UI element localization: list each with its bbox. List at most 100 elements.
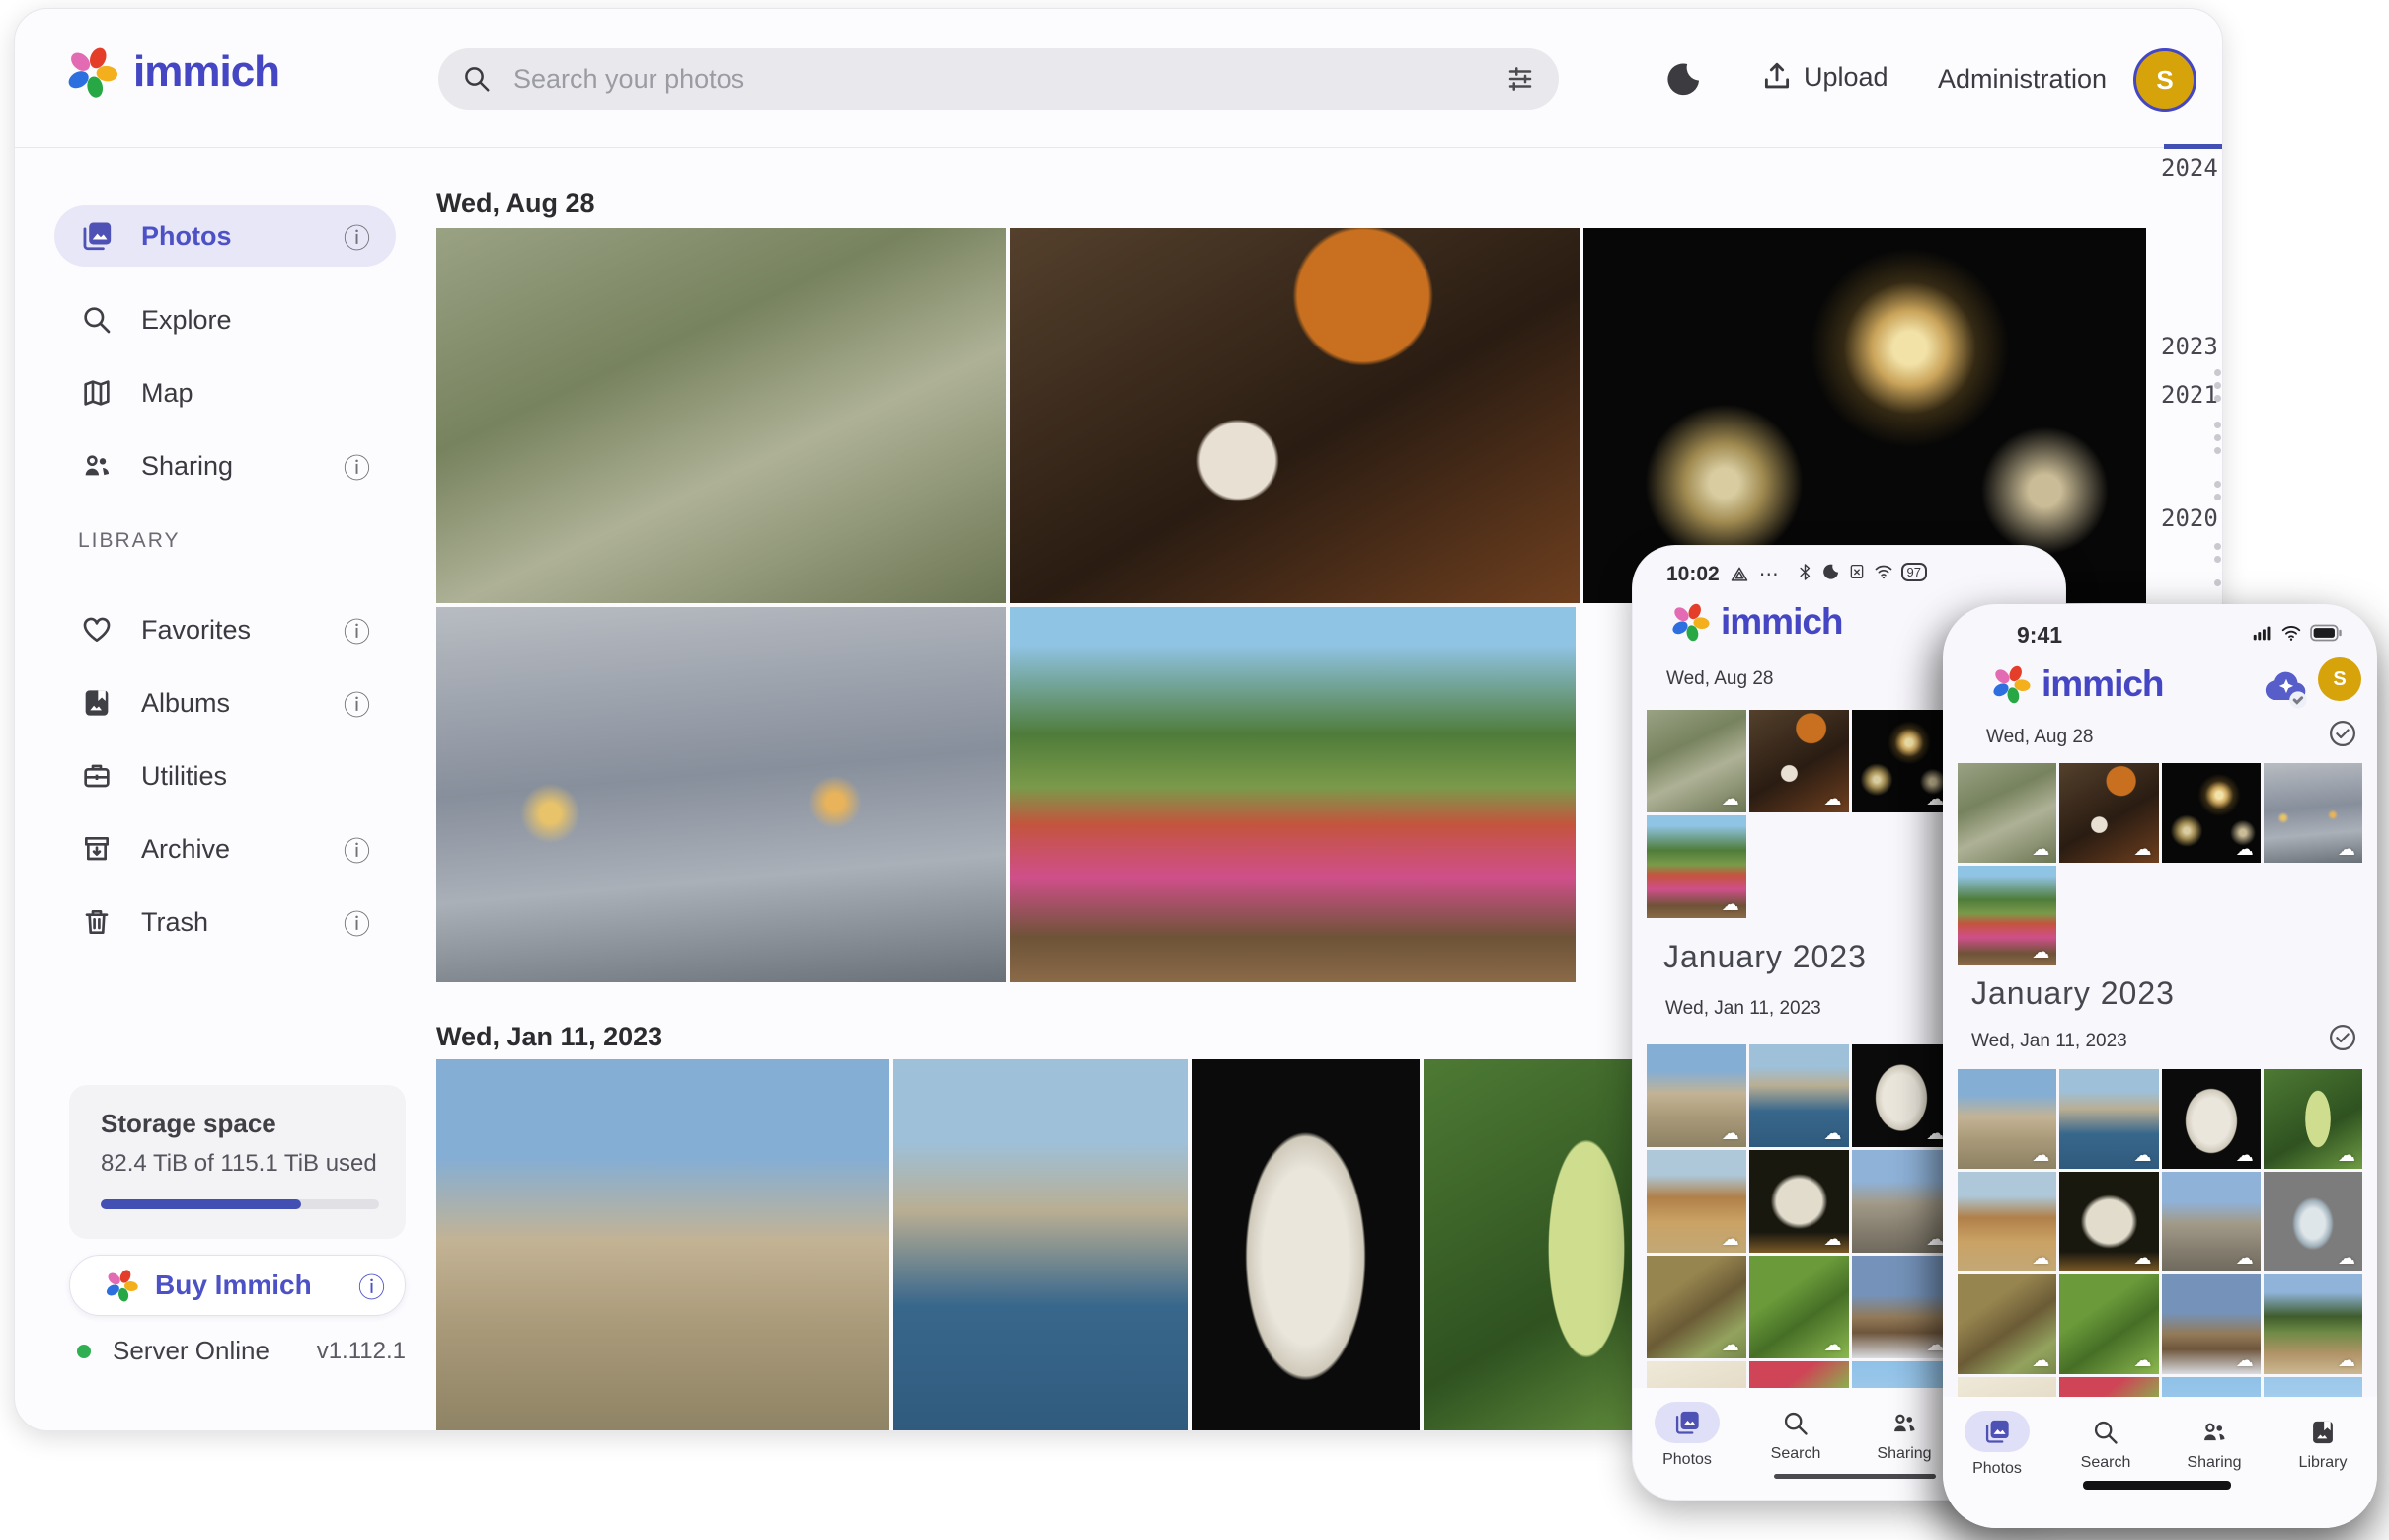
photo-garden-flower-path[interactable]: [1010, 607, 1576, 982]
archive-icon: [80, 832, 114, 866]
sidebar-item-photos[interactable]: Photos ⓘ: [54, 205, 396, 267]
scrubber-year[interactable]: 2023: [2161, 333, 2218, 360]
photo-coastal-bay-town[interactable]: [893, 1059, 1188, 1431]
administration-label: Administration: [1938, 64, 2107, 95]
bottom-nav: Photos Search Sharing Library: [1943, 1397, 2377, 1528]
info-icon[interactable]: ⓘ: [344, 611, 370, 650]
photo-marble-bust[interactable]: [2162, 1069, 2261, 1169]
photo-cream-detail[interactable]: [1958, 1377, 2056, 1397]
date-group-header: Wed, Aug 28: [1986, 727, 2093, 748]
signal-bars-icon: [2251, 622, 2273, 644]
info-icon[interactable]: ⓘ: [344, 447, 370, 486]
photo-beach-cliff[interactable]: [1958, 1172, 2056, 1271]
cloud-sync-icon[interactable]: [2261, 661, 2312, 713]
search-input[interactable]: Search your photos: [438, 48, 1559, 110]
sidebar-item-favorites[interactable]: Favorites ⓘ: [54, 599, 396, 660]
sidebar-item-utilities[interactable]: Utilities: [54, 745, 396, 807]
photo-holding-hands-dusk[interactable]: [436, 607, 1006, 982]
photo-fortress-walls[interactable]: [436, 1059, 889, 1431]
photo-coastal-bay-town[interactable]: [1749, 1044, 1849, 1147]
nav-label: Search: [2081, 1454, 2131, 1472]
photo-monkeys-in-forest[interactable]: [1958, 763, 2056, 863]
nav-item-search[interactable]: Search: [1751, 1402, 1840, 1463]
info-icon[interactable]: ⓘ: [358, 1267, 385, 1305]
scrubber-year[interactable]: 2024: [2161, 154, 2218, 182]
sidebar-item-label: Utilities: [141, 761, 396, 792]
home-indicator[interactable]: [1774, 1474, 1936, 1479]
user-avatar[interactable]: S: [2133, 48, 2196, 112]
photo-winter-church[interactable]: [1852, 1256, 1952, 1358]
photo-lizard-on-moss[interactable]: [2059, 1274, 2158, 1374]
photo-garden-flower-path[interactable]: [1958, 866, 2056, 965]
info-icon[interactable]: ⓘ: [344, 903, 370, 942]
immich-logo-icon: [104, 1268, 139, 1303]
photo-fireworks-night[interactable]: [1852, 710, 1952, 812]
photo-stone-sculpture[interactable]: [1749, 1150, 1849, 1253]
scrubber-tick: [2214, 543, 2221, 550]
photo-monkeys-in-forest[interactable]: [436, 228, 1006, 603]
scrubber-active-line[interactable]: [2164, 144, 2223, 149]
search-filter-icon[interactable]: [1505, 64, 1535, 94]
info-icon[interactable]: ⓘ: [344, 217, 370, 256]
photo-ruined-wall[interactable]: [1852, 1150, 1952, 1253]
photo-autumn-dinner-table[interactable]: [2059, 763, 2158, 863]
photo-blue-sky-2[interactable]: [2264, 1377, 2362, 1397]
sidebar-item-trash[interactable]: Trash ⓘ: [54, 891, 396, 953]
info-icon[interactable]: ⓘ: [344, 830, 370, 869]
dnd-moon-icon: [1822, 563, 1840, 580]
sidebar-item-archive[interactable]: Archive ⓘ: [54, 818, 396, 880]
photo-garden-flower-path[interactable]: [1647, 815, 1746, 918]
sidebar-item-albums[interactable]: Albums ⓘ: [54, 672, 396, 733]
photo-holding-hands-dusk[interactable]: [2264, 763, 2362, 863]
scrubber-year[interactable]: 2020: [2161, 504, 2218, 532]
photo-lizard-on-leaves[interactable]: [1647, 1256, 1746, 1358]
sidebar-item-sharing[interactable]: Sharing ⓘ: [54, 435, 396, 497]
photo-blue-sky[interactable]: [1852, 1361, 1952, 1388]
administration-link[interactable]: Administration: [1938, 64, 2107, 95]
photo-fortress-walls[interactable]: [1647, 1044, 1746, 1147]
photo-lizard-on-leaves[interactable]: [1958, 1274, 2056, 1374]
photo-fortress-walls[interactable]: [1958, 1069, 2056, 1169]
photo-stone-sculpture[interactable]: [2059, 1172, 2158, 1271]
photo-alpine-farm[interactable]: [2264, 1274, 2362, 1374]
nav-item-library[interactable]: Library: [2278, 1411, 2367, 1472]
server-version: v1.112.1: [317, 1338, 406, 1365]
home-indicator[interactable]: [2083, 1481, 2231, 1490]
dark-mode-toggle[interactable]: [1665, 60, 1703, 98]
nav-item-photos[interactable]: Photos: [1643, 1402, 1732, 1469]
photo-sea-grapes-plant[interactable]: [2264, 1069, 2362, 1169]
info-icon[interactable]: ⓘ: [344, 684, 370, 723]
user-avatar[interactable]: S: [2318, 657, 2361, 701]
select-all-check-icon[interactable]: [2328, 1023, 2357, 1052]
photo-winter-church[interactable]: [2162, 1274, 2261, 1374]
photo-blue-sky[interactable]: [2162, 1377, 2261, 1397]
photo-beach-cliff[interactable]: [1647, 1150, 1746, 1253]
nav-item-photos[interactable]: Photos: [1953, 1411, 2042, 1478]
photo-fireworks-night[interactable]: [2162, 763, 2261, 863]
upload-icon: [1760, 60, 1794, 94]
sidebar-item-explore[interactable]: Explore: [54, 289, 396, 350]
month-header: January 2023: [1971, 975, 2175, 1012]
app-logo[interactable]: immich: [64, 44, 279, 100]
select-all-check-icon[interactable]: [2328, 719, 2357, 748]
scrubber-tick: [2214, 395, 2221, 402]
photo-autumn-dinner-table[interactable]: [1010, 228, 1580, 603]
photo-red-flowers[interactable]: [2059, 1377, 2158, 1397]
photo-autumn-dinner-table[interactable]: [1749, 710, 1849, 812]
photo-marble-bust[interactable]: [1852, 1044, 1952, 1147]
photo-lizard-on-moss[interactable]: [1749, 1256, 1849, 1358]
buy-immich-button[interactable]: Buy Immich ⓘ: [69, 1255, 406, 1316]
photo-marble-bust[interactable]: [1192, 1059, 1420, 1431]
photo-monkeys-in-forest[interactable]: [1647, 710, 1746, 812]
scrubber-year[interactable]: 2021: [2161, 381, 2218, 409]
nav-item-search[interactable]: Search: [2061, 1411, 2150, 1472]
photo-red-flowers[interactable]: [1749, 1361, 1849, 1388]
nav-item-sharing[interactable]: Sharing: [2170, 1411, 2259, 1472]
photo-silver-ornament[interactable]: [2264, 1172, 2362, 1271]
photo-coastal-bay-town[interactable]: [2059, 1069, 2158, 1169]
upload-button[interactable]: Upload: [1760, 60, 1888, 94]
photo-ruined-wall[interactable]: [2162, 1172, 2261, 1271]
sidebar-item-map[interactable]: Map: [54, 362, 396, 424]
photo-cream-detail[interactable]: [1647, 1361, 1746, 1388]
nav-item-sharing[interactable]: Sharing: [1860, 1402, 1949, 1463]
